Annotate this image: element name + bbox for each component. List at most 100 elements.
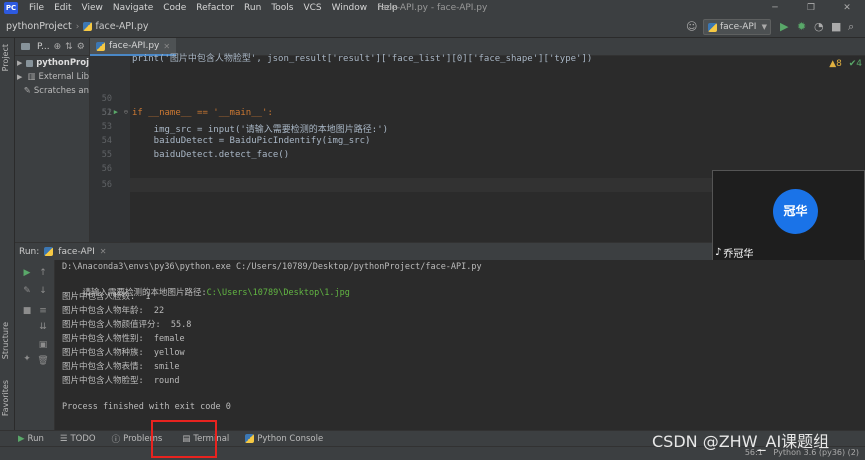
breadcrumb-separator-icon: › bbox=[75, 21, 80, 32]
run-icon: ▶ bbox=[18, 433, 25, 444]
library-icon: ▥ bbox=[27, 72, 36, 82]
speaker-label: ♪ 乔冠华 bbox=[715, 245, 753, 260]
video-call-overlay: 冠华 ♪ 乔冠华 bbox=[712, 170, 865, 264]
menu-view[interactable]: View bbox=[77, 3, 108, 13]
debug-icon[interactable]: ✹ bbox=[797, 20, 806, 34]
wrench-icon[interactable]: ✎ bbox=[21, 286, 33, 296]
tree-item-label: pythonProj bbox=[36, 58, 89, 68]
run-configuration-select[interactable]: face-API ▼ bbox=[703, 19, 771, 35]
tab-python-console-label: Python Console bbox=[257, 433, 324, 444]
project-view-select[interactable]: P... bbox=[37, 42, 50, 52]
warning-count: ▲8 bbox=[829, 59, 842, 69]
menu-window[interactable]: Window bbox=[327, 3, 373, 13]
left-tool-strip: Project Structure Favorites bbox=[0, 38, 15, 430]
tree-item-project[interactable]: ▶ pythonProj bbox=[15, 56, 89, 70]
project-tool-tab[interactable]: Project bbox=[1, 44, 10, 71]
minimize-icon[interactable]: ─ bbox=[757, 0, 793, 16]
gear-icon[interactable]: ⚙ bbox=[77, 42, 85, 52]
arrow-up-icon[interactable]: ↑ bbox=[37, 268, 49, 278]
python-file-icon bbox=[44, 247, 54, 256]
microphone-icon: ♪ bbox=[715, 247, 722, 258]
breadcrumb-project[interactable]: pythonProject bbox=[0, 21, 72, 32]
tab-run-label: Run bbox=[27, 433, 44, 444]
stop-icon[interactable]: ■ bbox=[831, 20, 841, 34]
menu-file[interactable]: File bbox=[24, 3, 49, 13]
console-output: 图片中包含人物年龄: 22 bbox=[62, 306, 165, 316]
window-controls: ─ ❐ ✕ bbox=[757, 0, 865, 16]
print-icon[interactable]: ▣ bbox=[37, 340, 49, 350]
tree-item-scratches[interactable]: ✎ Scratches an bbox=[15, 84, 89, 98]
tab-todo[interactable]: ☰ TODO bbox=[52, 431, 104, 447]
structure-tool-tab[interactable]: Structure bbox=[1, 322, 10, 359]
inspection-badge[interactable]: ▲8 ✔4 bbox=[829, 59, 862, 69]
code-line: if __name__ == '__main__': bbox=[132, 108, 273, 118]
collapse-icon[interactable]: ⇅ bbox=[65, 42, 73, 52]
trash-icon[interactable]: 🗑 bbox=[37, 356, 49, 366]
tab-todo-label: TODO bbox=[70, 433, 96, 444]
menu-help[interactable]: Help bbox=[372, 3, 403, 13]
tree-item-external-libraries[interactable]: ▶ ▥ External Lib bbox=[15, 70, 89, 84]
tab-problems-label: Problems bbox=[123, 433, 163, 444]
arrow-down-icon[interactable]: ↓ bbox=[37, 286, 49, 296]
run-console[interactable]: D:\Anaconda3\envs\py36\python.exe C:/Use… bbox=[55, 260, 865, 430]
console-exit-message: Process finished with exit code 0 bbox=[62, 402, 231, 412]
tree-item-label: Scratches an bbox=[33, 86, 89, 96]
chevron-down-icon: ▼ bbox=[761, 23, 767, 31]
console-output: 图片中包含人物表情: smile bbox=[62, 362, 180, 372]
code-line: baiduDetect.detect_face() bbox=[132, 150, 290, 160]
search-icon[interactable]: ⌕ bbox=[848, 20, 854, 34]
breadcrumb-file[interactable]: face-API.py bbox=[83, 21, 149, 32]
folder-icon bbox=[21, 43, 30, 50]
line-number: 53 bbox=[101, 122, 112, 132]
pin-icon[interactable]: ✦ bbox=[21, 354, 33, 364]
terminal-icon: ▤ bbox=[182, 433, 191, 444]
chevron-right-icon: ▶ bbox=[17, 73, 23, 81]
line-number: 54 bbox=[101, 136, 112, 146]
python-file-icon bbox=[96, 41, 105, 51]
line-number: 52 bbox=[101, 108, 112, 118]
line-number: 56 bbox=[101, 180, 112, 190]
locate-icon[interactable]: ⊕ bbox=[54, 42, 62, 52]
soft-wrap-icon[interactable]: ≡ bbox=[37, 306, 49, 316]
stop-icon[interactable]: ■ bbox=[21, 306, 33, 316]
restore-icon[interactable]: ❐ bbox=[793, 0, 829, 16]
menu-edit[interactable]: Edit bbox=[49, 3, 76, 13]
line-number: 50 bbox=[101, 94, 112, 104]
watermark: CSDN @ZHW_AI课题组 bbox=[652, 432, 830, 451]
weak-warning-count: ✔4 bbox=[848, 59, 862, 69]
menu-navigate[interactable]: Navigate bbox=[108, 3, 158, 13]
menu-tools[interactable]: Tools bbox=[266, 3, 298, 13]
tab-terminal[interactable]: ▤ Terminal bbox=[170, 431, 237, 447]
coverage-icon[interactable]: ◔ bbox=[814, 20, 824, 34]
scratches-icon: ✎ bbox=[23, 86, 31, 96]
rerun-icon[interactable]: ▶ bbox=[21, 268, 33, 278]
problems-icon: ⓘ bbox=[111, 434, 121, 445]
chevron-right-icon: ▶ bbox=[17, 59, 23, 67]
menu-refactor[interactable]: Refactor bbox=[191, 3, 239, 13]
close-icon[interactable]: ✕ bbox=[100, 247, 107, 256]
python-config-icon bbox=[708, 22, 717, 32]
run-tab-face-api[interactable]: face-API bbox=[58, 247, 94, 257]
scroll-to-end-icon[interactable]: ⇊ bbox=[37, 322, 49, 332]
code-line-top: print('图片中包含人物脸型', json_result['result']… bbox=[132, 54, 593, 64]
tab-problems[interactable]: ⓘ Problems bbox=[104, 431, 171, 447]
close-icon[interactable]: ✕ bbox=[163, 42, 170, 51]
tree-item-label: External Lib bbox=[38, 72, 89, 82]
line-number: 56 bbox=[101, 164, 112, 174]
menu-run[interactable]: Run bbox=[239, 3, 266, 13]
project-panel-header: P... ⊕ ⇅ ⚙ bbox=[15, 38, 89, 56]
user-icon[interactable]: ☺ bbox=[686, 20, 697, 34]
speaker-name: 乔冠华 bbox=[723, 249, 754, 260]
run-icon[interactable]: ▶ bbox=[780, 20, 788, 34]
menu-vcs[interactable]: VCS bbox=[298, 3, 326, 13]
menu-code[interactable]: Code bbox=[158, 3, 191, 13]
console-command: D:\Anaconda3\envs\py36\python.exe C:/Use… bbox=[62, 262, 482, 272]
tab-python-console[interactable]: Python Console bbox=[237, 431, 331, 447]
tab-run[interactable]: ▶ Run bbox=[0, 431, 52, 447]
code-line: img_src = input('请输入需要检测的本地图片路径:') bbox=[132, 125, 389, 135]
close-icon[interactable]: ✕ bbox=[829, 0, 865, 16]
fold-icon[interactable]: ⊖ bbox=[120, 108, 128, 116]
favorites-tool-tab[interactable]: Favorites bbox=[1, 380, 10, 416]
console-output: 图片中包含人物脸型: round bbox=[62, 376, 180, 386]
avatar: 冠华 bbox=[773, 189, 818, 234]
